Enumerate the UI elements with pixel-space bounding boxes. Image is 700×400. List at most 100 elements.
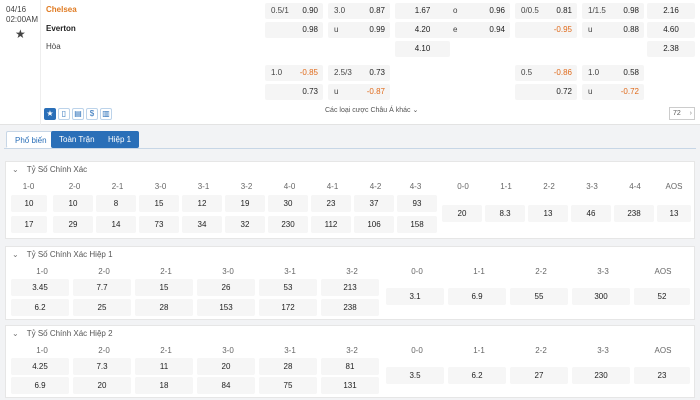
odds-cell[interactable]: 2.38: [647, 41, 695, 57]
odds-cell[interactable]: 230: [268, 216, 308, 233]
odds-cell[interactable]: u 0.99: [328, 22, 390, 38]
odds-cell[interactable]: 46: [571, 205, 611, 222]
odds-cell[interactable]: 4.10: [395, 41, 450, 57]
odds-cell[interactable]: 153: [197, 299, 255, 316]
odds-cell[interactable]: 75: [259, 377, 317, 394]
odds-cell[interactable]: 0.73: [265, 84, 323, 100]
odds-cell[interactable]: 26: [197, 279, 255, 296]
odds-cell[interactable]: 112: [311, 216, 351, 233]
odds-cell[interactable]: e 0.94: [447, 22, 510, 38]
odds-cell[interactable]: 4.60: [647, 22, 695, 38]
odds-cell[interactable]: 238: [614, 205, 654, 222]
odds-cell[interactable]: 7.3: [73, 358, 131, 375]
odds-cell[interactable]: 52: [634, 288, 690, 305]
section-header[interactable]: ⌄ Tỷ Số Chính Xác: [12, 165, 87, 174]
away-team[interactable]: Everton: [46, 24, 76, 33]
odds-cell[interactable]: 10: [53, 195, 93, 212]
odds-cell[interactable]: 230: [572, 367, 630, 384]
odds-cell[interactable]: 93: [397, 195, 437, 212]
odds-cell[interactable]: 2.16: [647, 3, 695, 19]
odds-cell[interactable]: 3.0 0.87: [328, 3, 390, 19]
odds-cell[interactable]: 6.9: [448, 288, 506, 305]
odds-cell[interactable]: 6.2: [448, 367, 506, 384]
section-header[interactable]: ⌄ Tỷ Số Chính Xác Hiệp 2: [12, 329, 113, 338]
home-team[interactable]: Chelsea: [46, 5, 77, 14]
odds-cell[interactable]: 6.2: [11, 299, 69, 316]
odds-cell[interactable]: 0.5/1 0.90: [265, 3, 323, 19]
star-icon[interactable]: ★: [44, 108, 56, 120]
odds-cell[interactable]: 2.5/3 0.73: [328, 65, 390, 81]
dollar-icon[interactable]: $: [86, 108, 98, 120]
odds-cell[interactable]: 14: [96, 216, 136, 233]
odds-cell[interactable]: 20: [442, 205, 482, 222]
odds-cell[interactable]: 15: [139, 195, 179, 212]
odds-cell[interactable]: 4.20: [395, 22, 450, 38]
chart-icon[interactable]: ▥: [100, 108, 112, 120]
odds-cell[interactable]: 73: [139, 216, 179, 233]
odds-cell[interactable]: 12: [182, 195, 222, 212]
odds-cell[interactable]: 8.3: [485, 205, 525, 222]
odds-cell[interactable]: 11: [135, 358, 193, 375]
odds-cell[interactable]: 55: [510, 288, 568, 305]
odds-cell[interactable]: 10: [11, 195, 47, 212]
odds-cell[interactable]: 13: [657, 205, 691, 222]
odds-cell[interactable]: 23: [311, 195, 351, 212]
odds-cell[interactable]: 13: [528, 205, 568, 222]
odds-cell[interactable]: 81: [321, 358, 379, 375]
odds-cell[interactable]: 0/0.5 0.81: [515, 3, 577, 19]
document-icon[interactable]: ▤: [72, 108, 84, 120]
odds-cell[interactable]: 4.25: [11, 358, 69, 375]
odds-cell[interactable]: 1.67: [395, 3, 450, 19]
odds-cell[interactable]: 30: [268, 195, 308, 212]
market-count[interactable]: 72 ›: [669, 107, 695, 120]
phone-icon[interactable]: ▯: [58, 108, 70, 120]
odds-cell[interactable]: 20: [197, 358, 255, 375]
odds-cell[interactable]: 1/1.5 0.98: [582, 3, 644, 19]
odds-cell[interactable]: 27: [510, 367, 568, 384]
odds-cell[interactable]: 106: [354, 216, 394, 233]
odds-cell[interactable]: 19: [225, 195, 265, 212]
odds-cell[interactable]: 0.98: [265, 22, 323, 38]
odds-cell[interactable]: 32: [225, 216, 265, 233]
odds-cell[interactable]: 0.72: [515, 84, 577, 100]
odds-cell[interactable]: 6.9: [11, 377, 69, 394]
odds-cell[interactable]: 3.45: [11, 279, 69, 296]
odds-cell[interactable]: 0.5 -0.86: [515, 65, 577, 81]
odds-cell[interactable]: 1.0 0.58: [582, 65, 644, 81]
odds-cell[interactable]: -0.95: [515, 22, 577, 38]
favorite-star-icon[interactable]: ★: [15, 27, 26, 41]
odds-cell[interactable]: 1.0 -0.85: [265, 65, 323, 81]
odds-cell[interactable]: 18: [135, 377, 193, 394]
more-bets-link[interactable]: Các loại cược Châu Á khác ⌄: [325, 106, 418, 114]
odds-cell[interactable]: 23: [634, 367, 690, 384]
odds-cell[interactable]: 20: [73, 377, 131, 394]
odds-cell[interactable]: 15: [135, 279, 193, 296]
odds-cell[interactable]: 238: [321, 299, 379, 316]
odds-cell[interactable]: u -0.72: [582, 84, 644, 100]
odds-cell[interactable]: 17: [11, 216, 47, 233]
section-header[interactable]: ⌄ Tỷ Số Chính Xác Hiệp 1: [12, 250, 113, 259]
odds-cell[interactable]: 29: [53, 216, 93, 233]
odds-cell[interactable]: u 0.88: [582, 22, 644, 38]
odds-cell[interactable]: u -0.87: [328, 84, 390, 100]
odds-cell[interactable]: 53: [259, 279, 317, 296]
odds-cell[interactable]: 28: [135, 299, 193, 316]
odds-cell[interactable]: 34: [182, 216, 222, 233]
odds-cell[interactable]: 8: [96, 195, 136, 212]
tab-pho-bien[interactable]: Phổ biến: [6, 131, 56, 148]
odds-cell[interactable]: 28: [259, 358, 317, 375]
odds-cell[interactable]: o 0.96: [447, 3, 510, 19]
tab-hiep-1[interactable]: Hiệp 1: [100, 131, 140, 148]
tab-toan-tran[interactable]: Toàn Trận: [51, 131, 103, 148]
odds-cell[interactable]: 37: [354, 195, 394, 212]
odds-cell[interactable]: 172: [259, 299, 317, 316]
odds-cell[interactable]: 158: [397, 216, 437, 233]
odds-cell[interactable]: 131: [321, 377, 379, 394]
odds-cell[interactable]: 7.7: [73, 279, 131, 296]
odds-cell[interactable]: 300: [572, 288, 630, 305]
odds-cell[interactable]: 25: [73, 299, 131, 316]
odds-cell[interactable]: 3.5: [386, 367, 444, 384]
odds-cell[interactable]: 3.1: [386, 288, 444, 305]
odds-cell[interactable]: 213: [321, 279, 379, 296]
odds-cell[interactable]: 84: [197, 377, 255, 394]
